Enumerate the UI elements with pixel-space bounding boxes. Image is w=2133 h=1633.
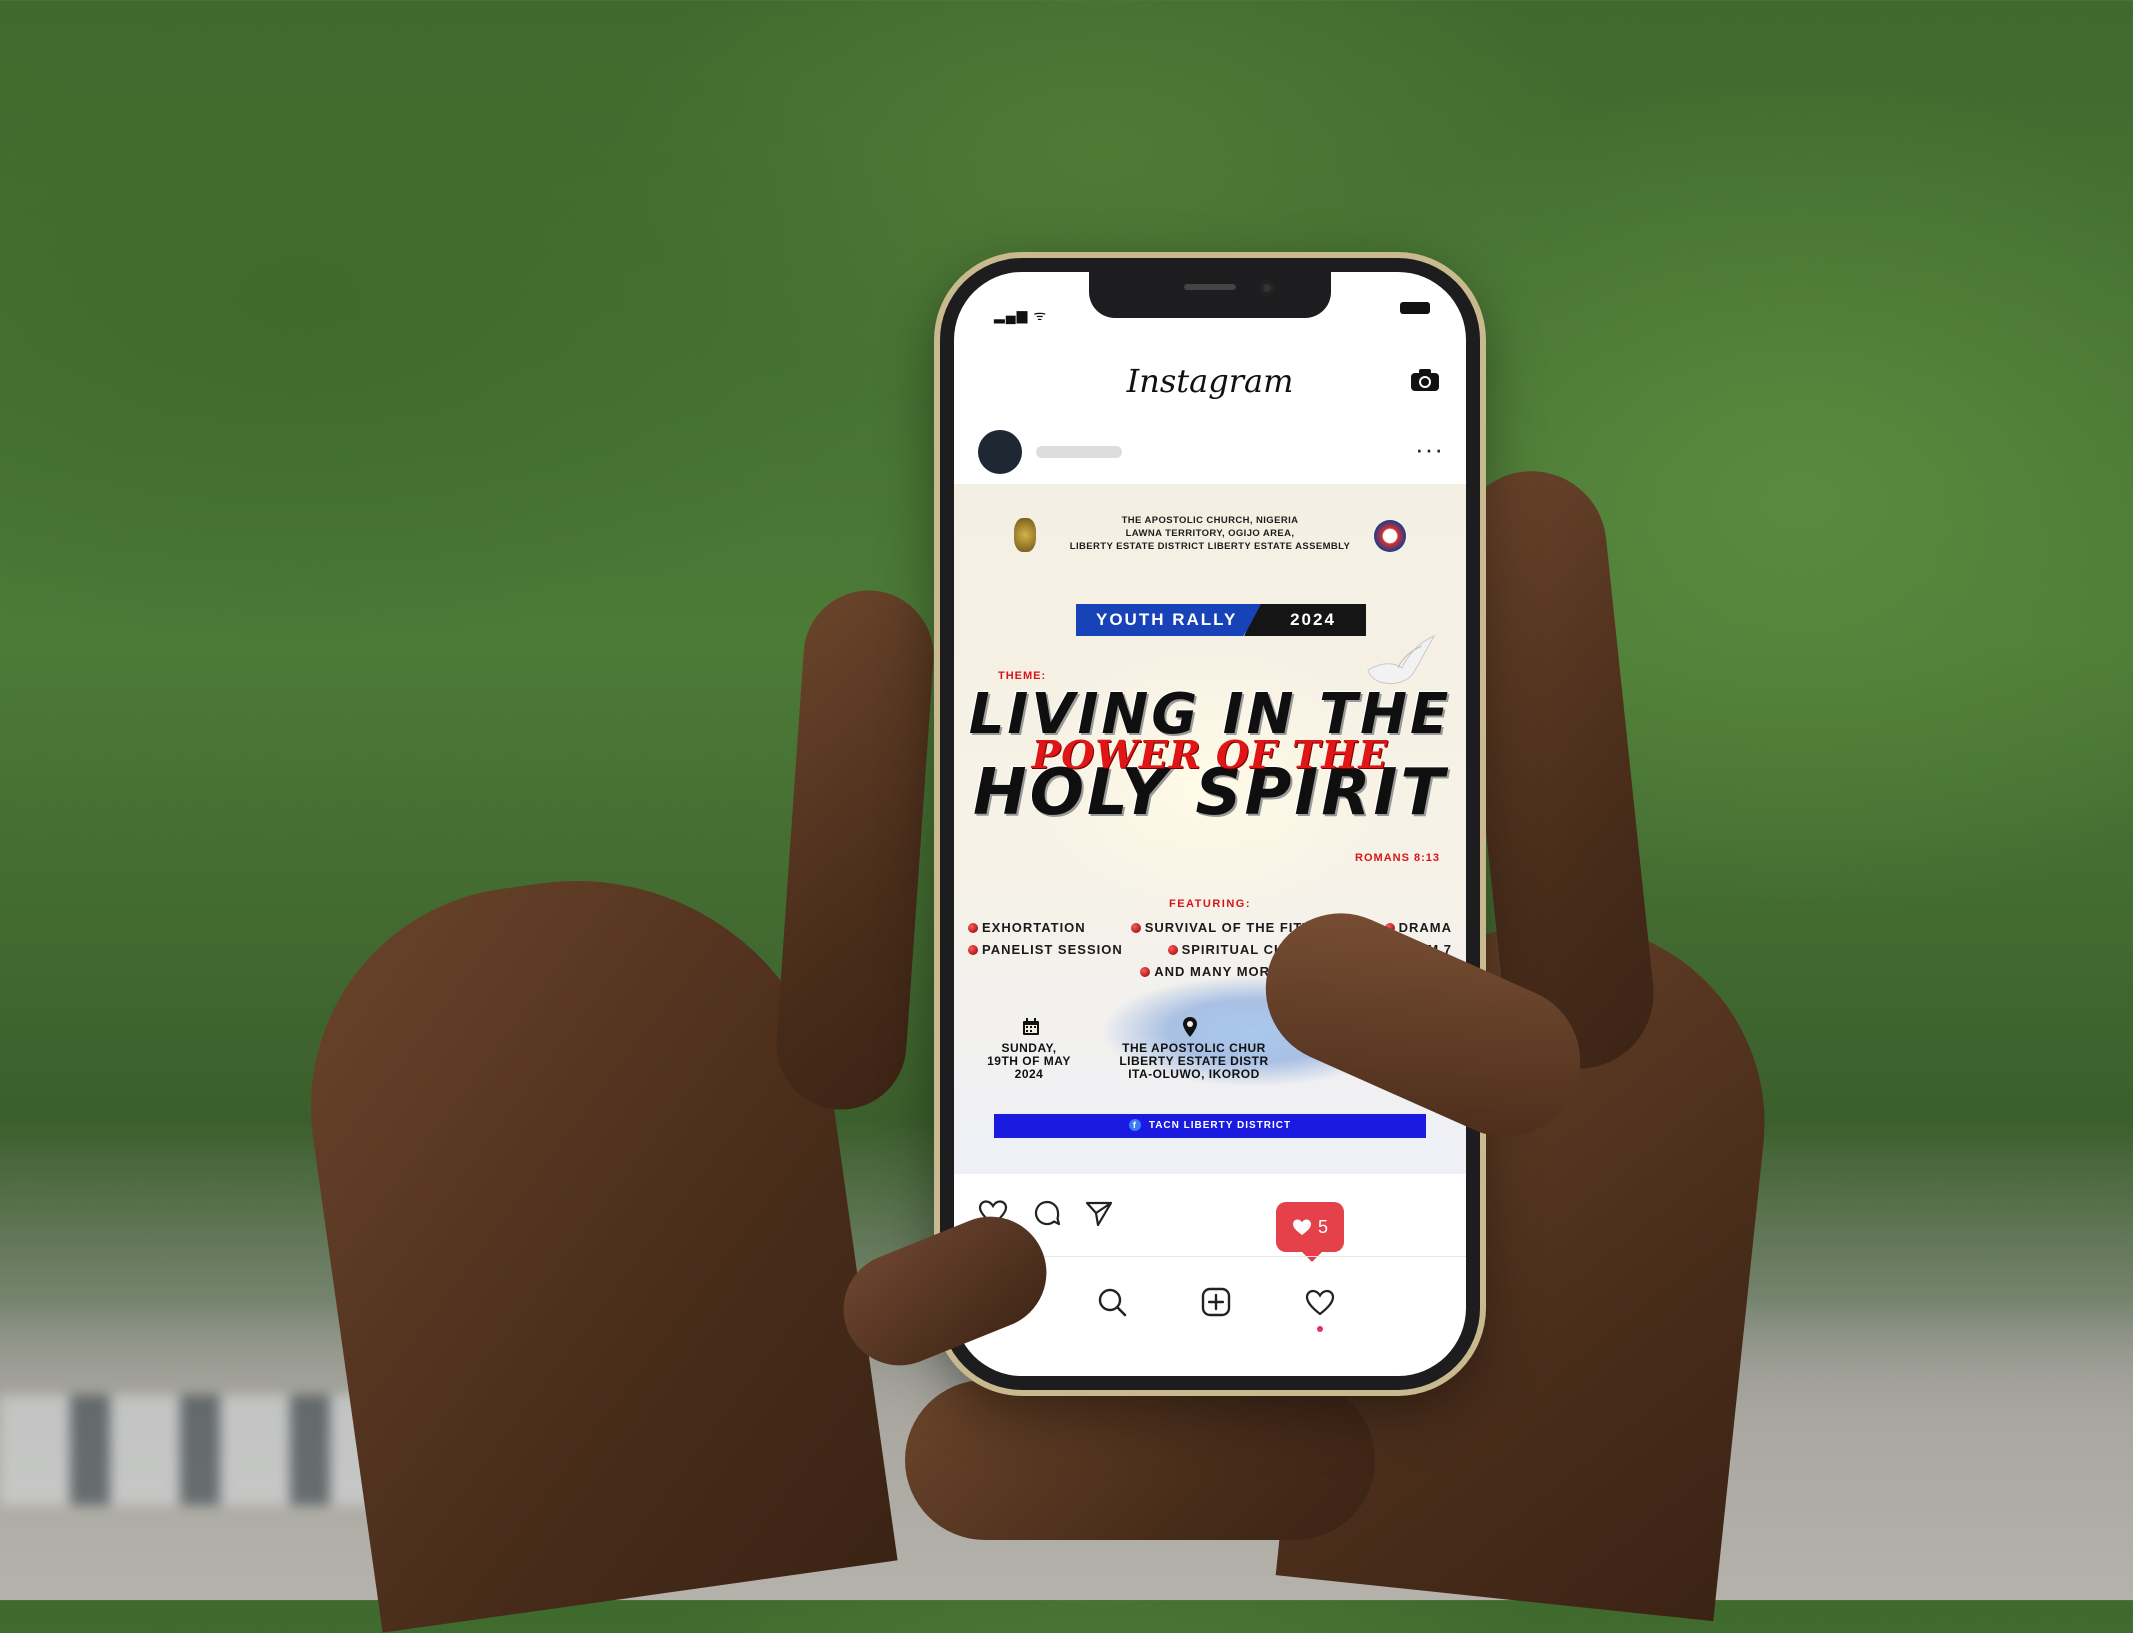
- battery-icon: [1400, 302, 1430, 314]
- org-line: LAWNA TERRITORY, OGIJO AREA,: [1125, 528, 1295, 539]
- post-header: ···: [954, 420, 1466, 480]
- feature-item: AND MANY MORE: [1140, 964, 1279, 979]
- feature-label: DRAMA: [1398, 920, 1452, 935]
- camera-icon[interactable]: [1410, 368, 1440, 392]
- date-line: 2024: [1014, 1067, 1044, 1081]
- likes-notification-bubble[interactable]: 5: [1276, 1202, 1344, 1262]
- calendar-icon: [1023, 1018, 1039, 1035]
- scripture-reference: ROMANS 8:13: [1355, 852, 1440, 864]
- theme-title-line2: POWER OF THE: [1031, 732, 1389, 777]
- feature-item: EXHORTATION: [968, 920, 1086, 935]
- speaker-grille: [1184, 284, 1236, 290]
- share-icon[interactable]: [1084, 1198, 1114, 1228]
- facebook-handle: TACN LIBERTY DISTRICT: [1148, 1120, 1292, 1131]
- activity-badge-dot: [1317, 1326, 1323, 1332]
- search-icon[interactable]: [1096, 1286, 1128, 1318]
- bullet-icon: [1140, 966, 1151, 977]
- organization-heading: THE APOSTOLIC CHURCH, NIGERIA LAWNA TERR…: [1024, 514, 1396, 553]
- heart-icon: [1292, 1219, 1311, 1235]
- bullet-icon: [1130, 922, 1141, 933]
- post-actions: [954, 1190, 1466, 1238]
- org-line: LIBERTY ESTATE DISTRICT LIBERTY ESTATE A…: [1069, 541, 1351, 552]
- bullet-icon: [1167, 944, 1178, 955]
- comment-icon[interactable]: [1032, 1198, 1062, 1228]
- signal-wifi-icon: ▂▄▆ ᯤ: [994, 307, 1048, 323]
- badge-label: YOUTH RALLY: [1076, 604, 1266, 636]
- username-placeholder[interactable]: [1036, 446, 1122, 458]
- avatar[interactable]: [978, 430, 1022, 474]
- facebook-icon: f: [1128, 1119, 1141, 1132]
- feature-item: PANELIST SESSION: [968, 942, 1123, 957]
- event-venue: THE APOSTOLIC CHUR LIBERTY ESTATE DISTR …: [1084, 1042, 1304, 1081]
- feature-label: EXHORTATION: [982, 920, 1086, 935]
- phone-notch: [1089, 272, 1331, 318]
- location-pin-icon: [1183, 1017, 1197, 1037]
- badge-year: 2024: [1244, 604, 1366, 636]
- bullet-icon: [968, 944, 978, 955]
- left-hand-finger: [772, 586, 938, 1114]
- phone-screen: ▂▄▆ ᯤ Instagram ··· THE APOSTOLIC CHURCH…: [954, 272, 1466, 1376]
- youth-rally-badge: YOUTH RALLY 2024: [1076, 604, 1366, 636]
- fingers-under-phone: [905, 1380, 1375, 1540]
- more-icon[interactable]: ···: [1415, 434, 1444, 465]
- add-icon[interactable]: [1200, 1286, 1232, 1318]
- front-camera: [1259, 280, 1275, 296]
- event-date: SUNDAY, 19TH OF MAY 2024: [974, 1042, 1084, 1081]
- activity-heart-icon[interactable]: [1304, 1286, 1336, 1318]
- instagram-header: Instagram: [954, 352, 1466, 412]
- venue-line: ITA-OLUWO, IKOROD: [1128, 1067, 1260, 1081]
- theme-label: THEME:: [998, 670, 1047, 682]
- phone-frame: ▂▄▆ ᯤ Instagram ··· THE APOSTOLIC CHURCH…: [940, 258, 1480, 1390]
- feature-label: PANELIST SESSION: [982, 942, 1123, 957]
- bullet-icon: [968, 922, 978, 933]
- likes-count: 5: [1317, 1216, 1328, 1237]
- instagram-logo[interactable]: Instagram: [954, 362, 1466, 400]
- facebook-handle-bar: f TACN LIBERTY DISTRICT: [994, 1114, 1426, 1138]
- featuring-label: FEATURING:: [1168, 898, 1251, 910]
- feature-label: AND MANY MORE: [1154, 964, 1280, 979]
- org-line: THE APOSTOLIC CHURCH, NIGERIA: [1121, 515, 1299, 526]
